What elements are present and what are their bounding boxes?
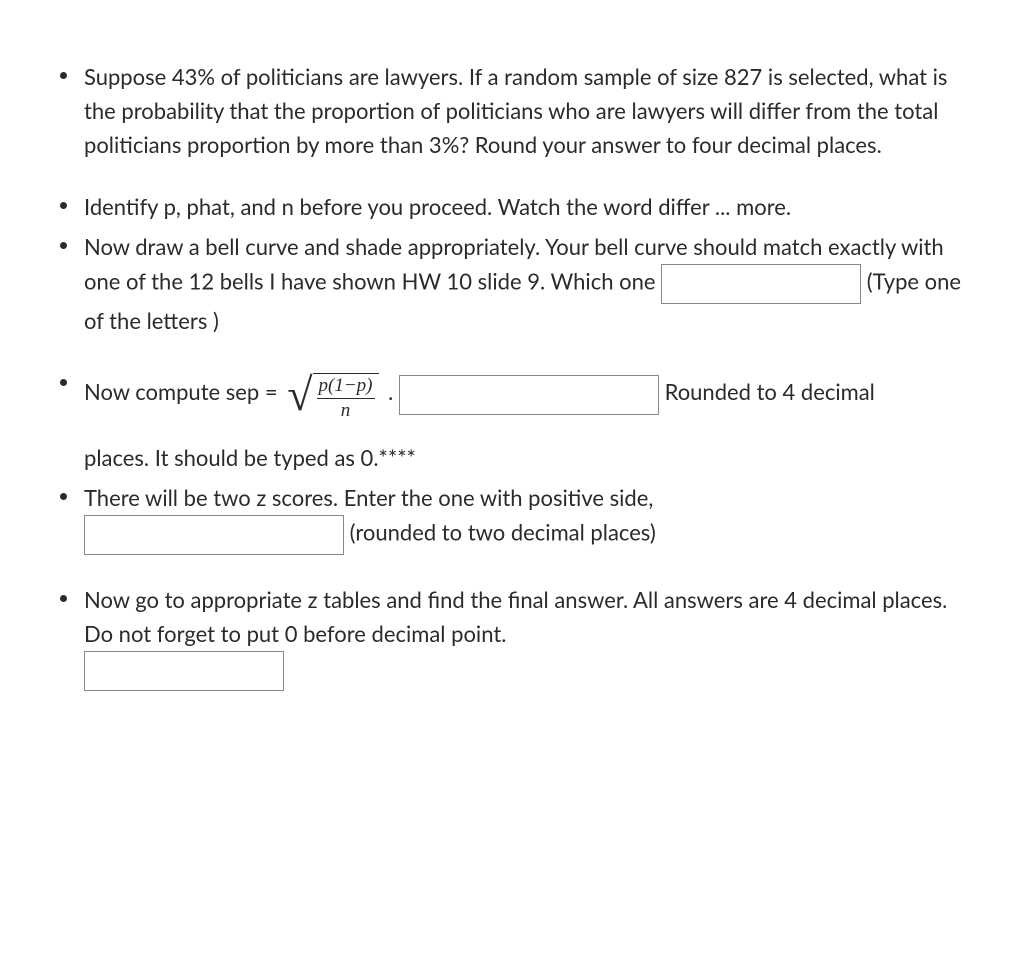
bullet-bell-curve: Now draw a bell curve and shade appropri… [48, 230, 976, 338]
fraction-denominator: n [339, 401, 353, 422]
radical-icon: √ [287, 367, 312, 423]
bullet-problem-statement: Suppose 43% of politicians are lawyers. … [48, 60, 976, 162]
bullet-compute-sep: Now compute sep = √ p(1−p) n . Rounded t… [48, 367, 976, 475]
bullet-zscore: There will be two z scores. Enter the on… [48, 481, 976, 555]
bell-curve-letter-input[interactable] [661, 264, 861, 304]
radicand: p(1−p) n [313, 373, 379, 419]
zscore-input[interactable] [84, 515, 344, 555]
compute-sep-continuation: places. It should be typed as 0.**** [84, 441, 976, 475]
fraction-numerator: p(1−p) [317, 376, 375, 397]
identify-text: Identify p, phat, and n before you proce… [84, 193, 791, 220]
sep-formula: √ p(1−p) n [287, 367, 378, 423]
bullet-list: Suppose 43% of politicians are lawyers. … [48, 60, 976, 691]
bullet-final-answer: Now go to appropriate z tables and find … [48, 583, 976, 691]
zscore-text-a: There will be two z scores. Enter the on… [84, 484, 653, 511]
compute-sep-text-b: . [388, 378, 399, 405]
bullet-identify: Identify p, phat, and n before you proce… [48, 190, 976, 224]
problem-text: Suppose 43% of politicians are lawyers. … [84, 63, 947, 158]
question-page: Suppose 43% of politicians are lawyers. … [0, 0, 1024, 757]
zscore-text-b: (rounded to two decimal places) [350, 518, 656, 545]
sep-value-input[interactable] [399, 375, 659, 415]
compute-sep-cont-text: places. It should be typed as 0.**** [84, 444, 416, 471]
final-answer-text: Now go to appropriate z tables and find … [84, 586, 947, 647]
final-answer-input[interactable] [84, 651, 284, 691]
compute-sep-text-a: Now compute sep = [84, 378, 283, 405]
compute-sep-text-c: Rounded to 4 decimal [665, 378, 875, 405]
fraction-bar [317, 398, 375, 399]
